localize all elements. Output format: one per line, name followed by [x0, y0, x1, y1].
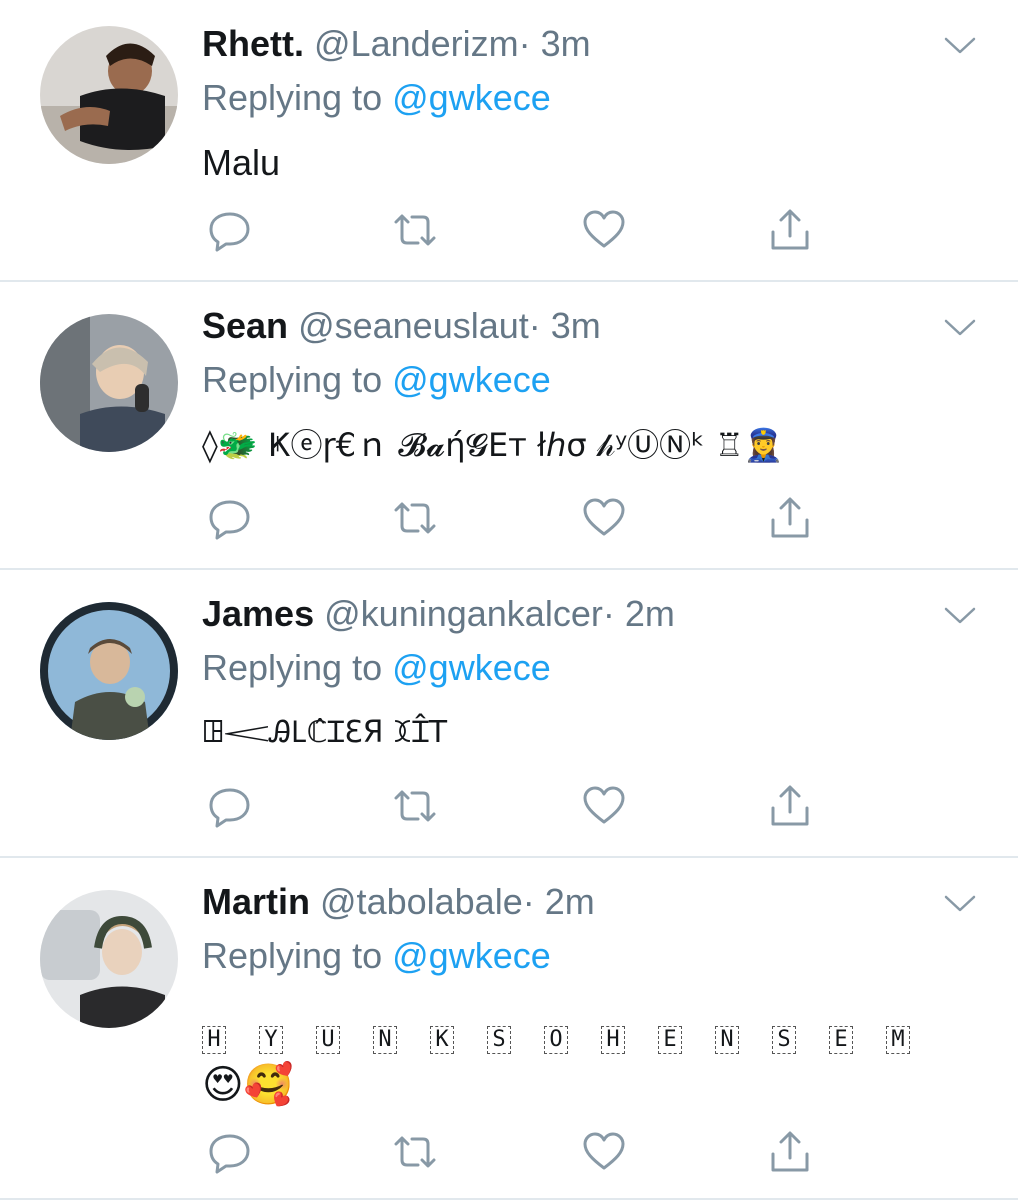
boxed-letter: M: [886, 1026, 910, 1054]
timestamp: · 3m: [528, 305, 601, 346]
like-icon[interactable]: [582, 1130, 632, 1180]
share-icon[interactable]: [768, 208, 818, 258]
timestamp: · 3m: [518, 23, 591, 64]
replying-to: Replying to @gwkece: [202, 76, 551, 120]
avatar[interactable]: [40, 602, 178, 740]
like-icon[interactable]: [582, 208, 632, 258]
avatar[interactable]: [40, 26, 178, 164]
tweet-header: Sean @seaneuslaut· 3m: [202, 304, 601, 348]
tweet[interactable]: Rhett. @Landerizm· 3m Replying to @gwkec…: [0, 0, 1018, 282]
boxed-letter: Y: [259, 1026, 283, 1054]
user-handle[interactable]: @kuningankalcer: [324, 593, 603, 634]
tweet-emoji: 😍🥰: [202, 1062, 294, 1108]
boxed-letter: H: [202, 1026, 226, 1054]
share-icon[interactable]: [768, 784, 818, 834]
boxed-letter: H: [601, 1026, 625, 1054]
replying-to-label: Replying to: [202, 935, 383, 976]
tweet-text: Malu: [202, 142, 281, 183]
tweet-header: Rhett. @Landerizm· 3m: [202, 22, 591, 66]
boxed-letter: S: [487, 1026, 511, 1054]
tweet-actions: [0, 496, 1018, 546]
chevron-down-icon[interactable]: [940, 30, 980, 60]
timestamp: · 2m: [602, 593, 675, 634]
avatar[interactable]: [40, 890, 178, 1028]
tweet-text: ◊🐲 Ҝⓔɼ€ｎ 𝓑𝓪ή𝓖Εт łℎσ 𝒽ʸⓊⓃᵏ ♖👮‍♀️: [202, 426, 784, 464]
reply-icon[interactable]: [208, 496, 258, 546]
tweet-actions: [0, 1130, 1018, 1180]
mention-link[interactable]: @gwkece: [392, 647, 551, 688]
reply-icon[interactable]: [208, 1130, 258, 1180]
retweet-icon[interactable]: [388, 1130, 438, 1180]
boxed-letter: O: [544, 1026, 568, 1054]
mention-link[interactable]: @gwkece: [392, 77, 551, 118]
reply-icon[interactable]: [208, 208, 258, 258]
share-icon[interactable]: [768, 1130, 818, 1180]
chevron-down-icon[interactable]: [940, 312, 980, 342]
replying-to-label: Replying to: [202, 647, 383, 688]
mention-link[interactable]: @gwkece: [392, 935, 551, 976]
tweet-header: Martin @tabolabale· 2m: [202, 880, 595, 924]
avatar[interactable]: [40, 314, 178, 452]
boxed-letter: N: [715, 1026, 739, 1054]
timestamp: · 2m: [522, 881, 595, 922]
boxed-letter: N: [373, 1026, 397, 1054]
boxed-letter: U: [316, 1026, 340, 1054]
boxed-letter: S: [772, 1026, 796, 1054]
boxed-letter: E: [829, 1026, 853, 1054]
mention-link[interactable]: @gwkece: [392, 359, 551, 400]
display-name[interactable]: Sean: [202, 305, 288, 346]
tweet-actions: [0, 208, 1018, 258]
user-handle[interactable]: @seaneuslaut: [298, 305, 529, 346]
tweet-actions: [0, 784, 1018, 834]
retweet-icon[interactable]: [388, 496, 438, 546]
retweet-icon[interactable]: [388, 208, 438, 258]
share-icon[interactable]: [768, 496, 818, 546]
display-name[interactable]: Martin: [202, 881, 310, 922]
tweet[interactable]: Martin @tabolabale· 2m Replying to @gwke…: [0, 858, 1018, 1200]
user-handle[interactable]: @tabolabale: [320, 881, 523, 922]
replying-to: Replying to @gwkece: [202, 934, 551, 978]
chevron-down-icon[interactable]: [940, 600, 980, 630]
chevron-down-icon[interactable]: [940, 888, 980, 918]
tweet-text: ꖸ𝆒Ꭿ𐐛ℂ̂ꞮԐЯ ꘉꞮ̂ꓔ: [202, 715, 448, 750]
tweet-text: HYUNKSOHENSEM: [202, 1018, 943, 1054]
replying-to: Replying to @gwkece: [202, 646, 551, 690]
replying-to-label: Replying to: [202, 77, 383, 118]
tweet[interactable]: James @kuningankalcer· 2m Replying to @g…: [0, 570, 1018, 858]
reply-icon[interactable]: [208, 784, 258, 834]
display-name[interactable]: Rhett.: [202, 23, 304, 64]
tweet-header: James @kuningankalcer· 2m: [202, 592, 675, 636]
boxed-letter: K: [430, 1026, 454, 1054]
display-name[interactable]: James: [202, 593, 314, 634]
user-handle[interactable]: @Landerizm: [314, 23, 519, 64]
tweet[interactable]: Sean @seaneuslaut· 3m Replying to @gwkec…: [0, 282, 1018, 570]
like-icon[interactable]: [582, 496, 632, 546]
boxed-letter: E: [658, 1026, 682, 1054]
retweet-icon[interactable]: [388, 784, 438, 834]
like-icon[interactable]: [582, 784, 632, 834]
replying-to-label: Replying to: [202, 359, 383, 400]
replying-to: Replying to @gwkece: [202, 358, 551, 402]
